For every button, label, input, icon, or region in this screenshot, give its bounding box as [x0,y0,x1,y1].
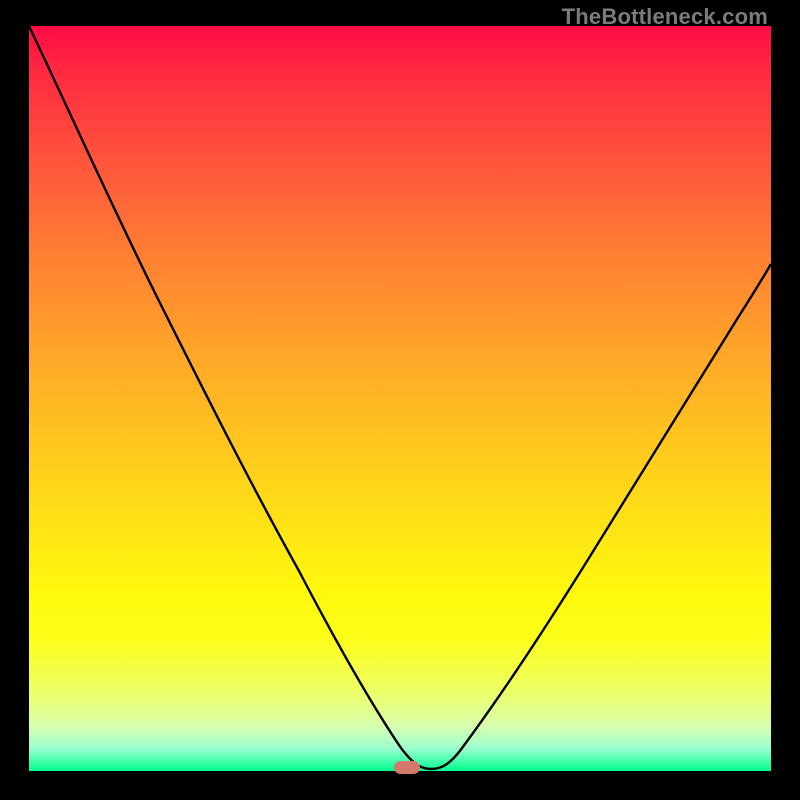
bottleneck-curve [29,26,771,769]
chart-frame: TheBottleneck.com [0,0,800,800]
curve-layer [29,26,771,771]
watermark-text: TheBottleneck.com [562,4,768,30]
optimal-marker [394,761,420,774]
